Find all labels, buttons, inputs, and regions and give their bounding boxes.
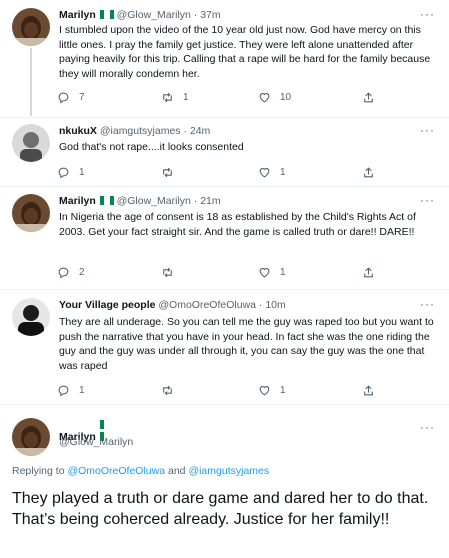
replying-prefix: Replying to <box>12 465 65 477</box>
replying-and: and <box>167 465 186 477</box>
mention-link[interactable]: @OmoOreOfeOluwa <box>67 465 165 477</box>
mention-link[interactable]: @iamgutsyjames <box>188 465 269 477</box>
replying-to: Replying to @OmoOreOfeOluwa and @iamguts… <box>12 465 269 477</box>
main-tweet: Marilyn @Glow_Marilyn ··· Replying to @O… <box>0 0 449 558</box>
main-tweet-text: They played a truth or dare game and dar… <box>12 490 429 528</box>
more-options-icon[interactable]: ··· <box>420 420 435 434</box>
avatar[interactable] <box>12 418 50 456</box>
nigeria-flag-icon <box>99 420 114 441</box>
author-handle[interactable]: @Glow_Marilyn <box>59 436 133 448</box>
